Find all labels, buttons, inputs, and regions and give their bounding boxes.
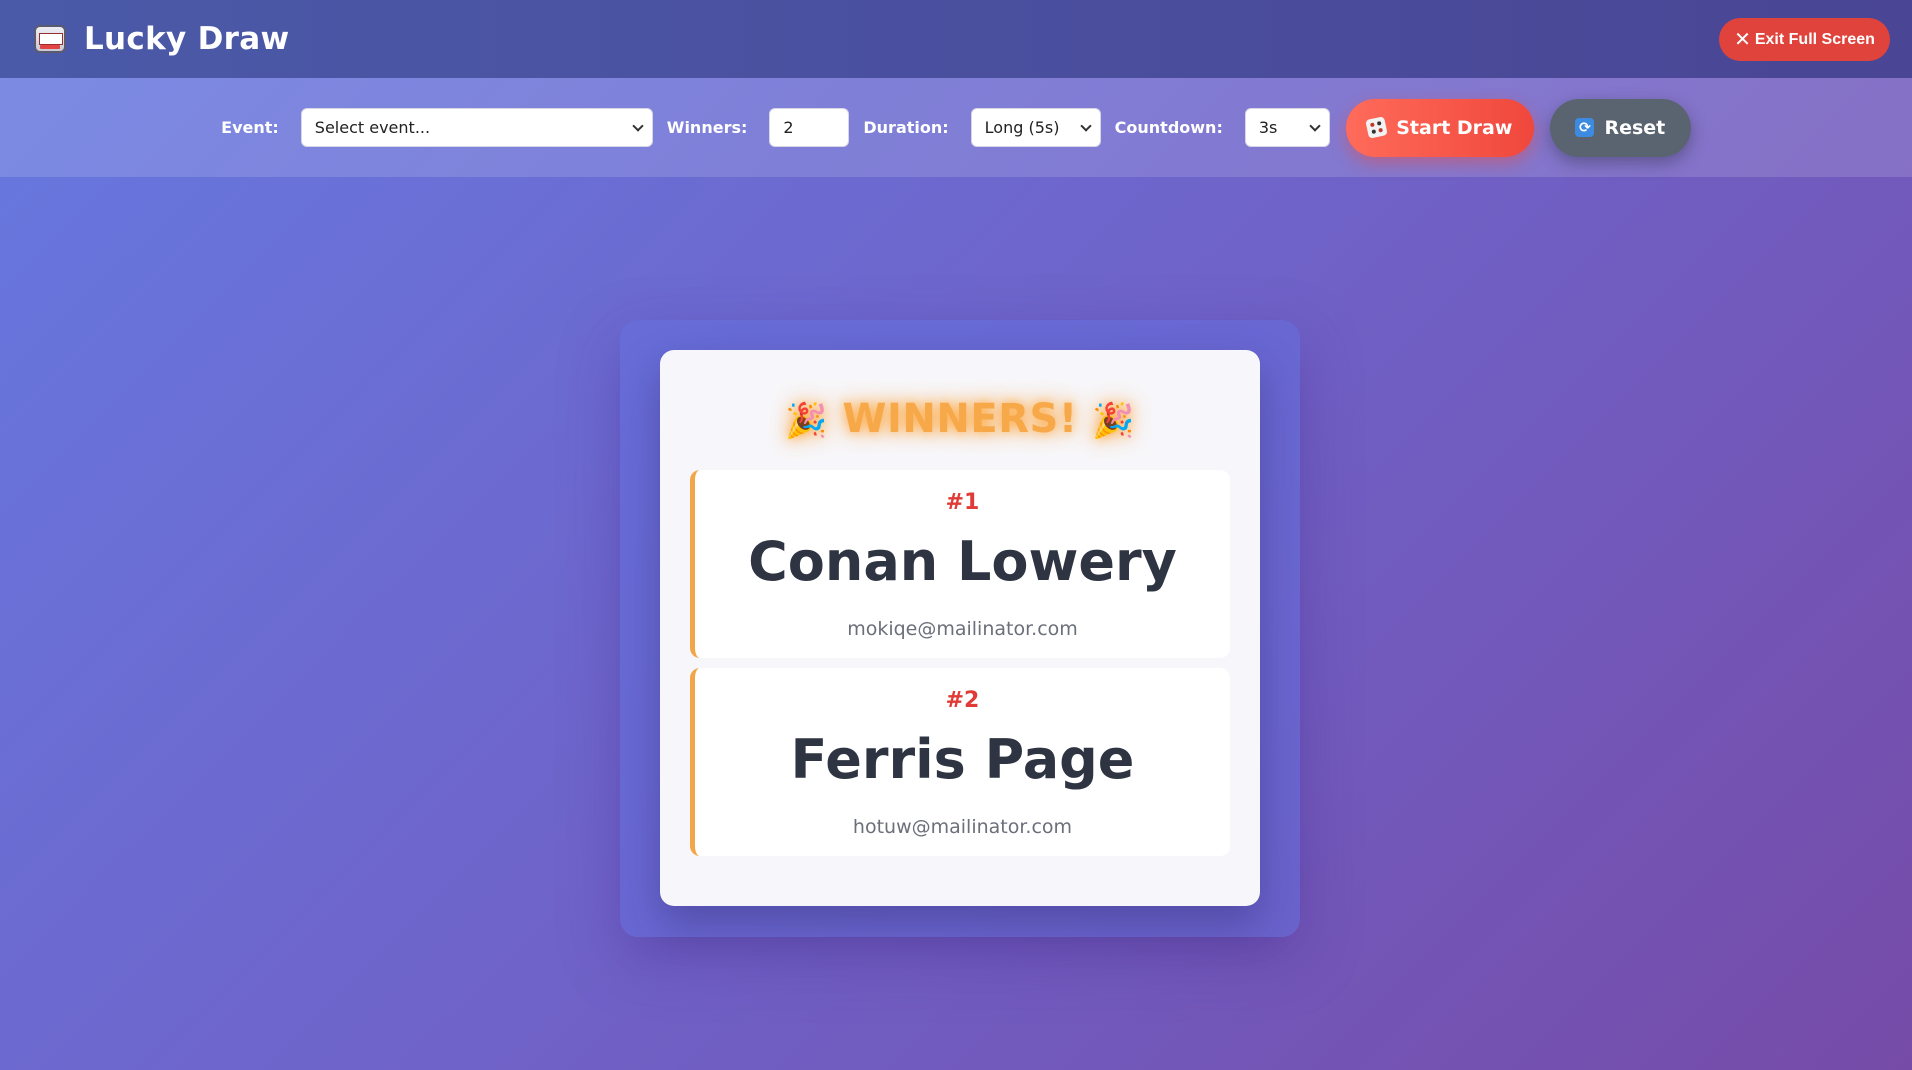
event-label: Event:	[221, 118, 279, 137]
winners-heading: 🎉 WINNERS! 🎉	[660, 396, 1260, 442]
winner-name: Conan Lowery	[748, 530, 1177, 593]
winner-name: Ferris Page	[790, 728, 1135, 791]
countdown-select[interactable]: 3s	[1244, 108, 1330, 147]
event-select-value: Select event...	[314, 118, 431, 137]
app-header: Lucky Draw ✕ Exit Full Screen	[0, 0, 1912, 78]
winners-label: Winners:	[666, 118, 748, 137]
winners-count-input[interactable]: 2	[769, 108, 850, 147]
chevron-down-icon	[632, 120, 644, 132]
chevron-down-icon	[1309, 120, 1321, 132]
duration-select-value: Long (5s)	[984, 118, 1060, 137]
exit-full-screen-button[interactable]: ✕ Exit Full Screen	[1719, 18, 1890, 61]
brand: Lucky Draw	[34, 21, 289, 57]
reset-label: Reset	[1604, 116, 1666, 139]
dice-icon	[1365, 116, 1389, 139]
winner-email: hotuw@mailinator.com	[852, 816, 1073, 838]
winner-email: mokiqe@mailinator.com	[847, 618, 1078, 640]
countdown-label: Countdown:	[1114, 118, 1223, 137]
event-select[interactable]: Select event...	[300, 108, 653, 147]
start-draw-label: Start Draw	[1396, 116, 1513, 139]
party-popper-icon: 🎉	[1092, 401, 1135, 441]
duration-select[interactable]: Long (5s)	[970, 108, 1101, 147]
draw-toolbar: Event: Select event... Winners: 2 Durati…	[0, 78, 1912, 177]
winners-count-value: 2	[783, 118, 794, 137]
refresh-icon: ⟳	[1575, 118, 1595, 137]
countdown-select-value: 3s	[1258, 118, 1278, 137]
winner-entry: #1 Conan Lowery mokiqe@mailinator.com	[690, 470, 1230, 658]
winner-rank: #2	[945, 688, 980, 713]
start-draw-button[interactable]: Start Draw	[1345, 98, 1534, 157]
winners-card: 🎉 WINNERS! 🎉 #1 Conan Lowery mokiqe@mail…	[660, 350, 1260, 906]
duration-label: Duration:	[863, 118, 949, 137]
winners-heading-text: WINNERS!	[842, 396, 1078, 442]
winner-entry: #2 Ferris Page hotuw@mailinator.com	[690, 668, 1230, 856]
winner-rank: #1	[945, 490, 980, 515]
slot-machine-icon	[34, 25, 66, 53]
reset-button[interactable]: ⟳ Reset	[1549, 98, 1691, 157]
close-icon: ✕	[1734, 29, 1751, 51]
chevron-down-icon	[1079, 120, 1092, 132]
party-popper-icon: 🎉	[785, 401, 828, 441]
exit-full-screen-label: Exit Full Screen	[1754, 30, 1875, 48]
app-title: Lucky Draw	[84, 21, 290, 57]
